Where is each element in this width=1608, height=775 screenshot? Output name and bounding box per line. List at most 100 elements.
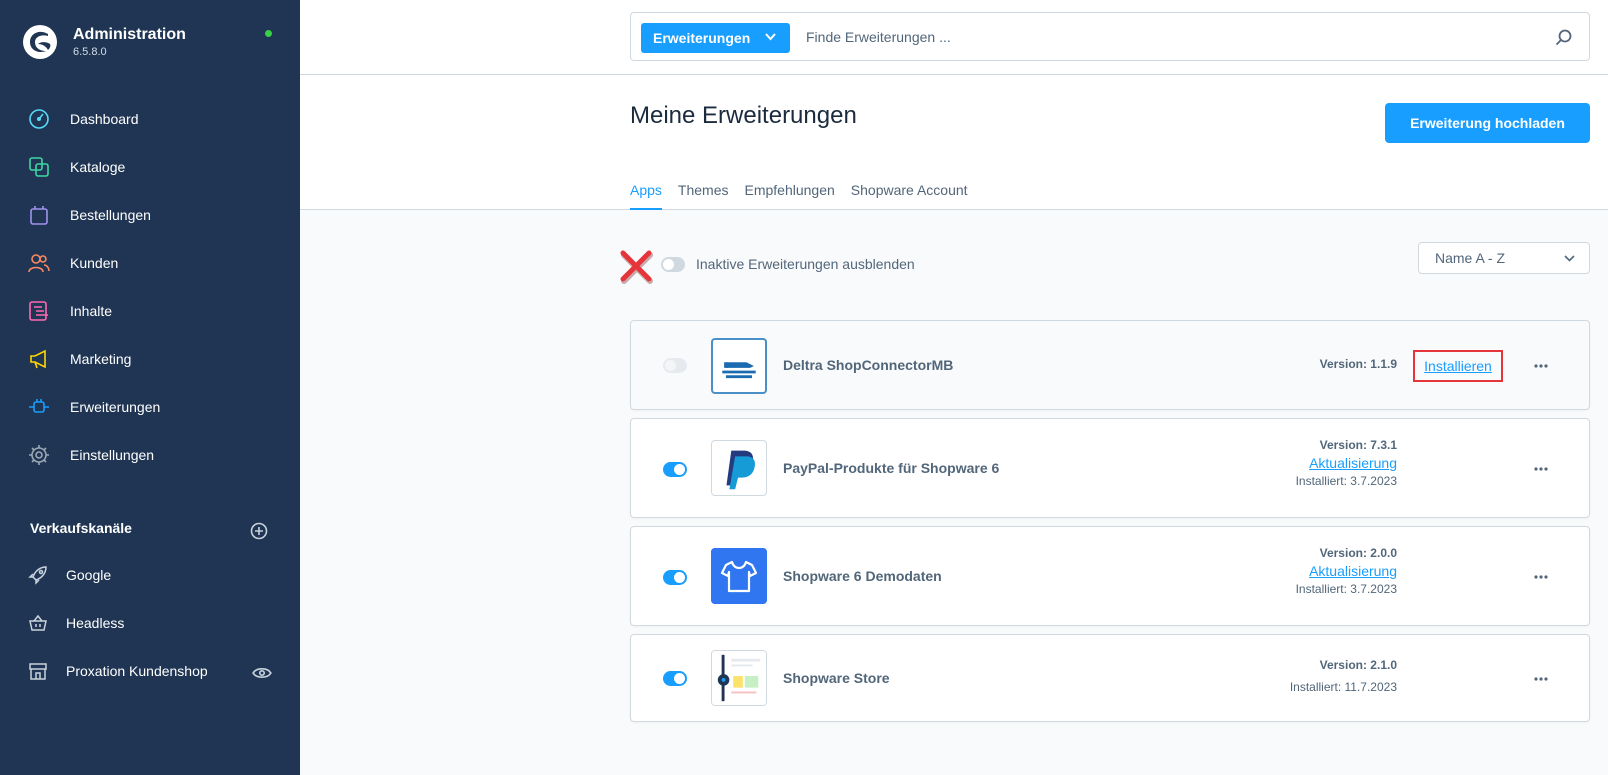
nav-item-orders[interactable]: Bestellungen [0, 191, 300, 239]
chevron-down-icon [765, 33, 776, 41]
nav-label: Einstellungen [70, 447, 155, 463]
nav-item-settings[interactable]: Einstellungen [0, 431, 300, 479]
update-link[interactable]: Aktualisierung [1296, 563, 1397, 579]
tab-apps[interactable]: Apps [630, 182, 662, 210]
add-sales-channel-icon[interactable] [250, 522, 268, 540]
brand: Administration 6.5.8.0 [22, 24, 186, 60]
upload-extension-button[interactable]: Erweiterung hochladen [1385, 103, 1590, 143]
dashboard-icon [29, 109, 49, 129]
tshirt-icon [711, 548, 767, 604]
extension-meta: Version: 7.3.1 Aktualisierung Installier… [1296, 438, 1397, 488]
search-input[interactable]: Finde Erweiterungen ... [806, 29, 951, 45]
extension-version: Version: 1.1.9 [1319, 357, 1397, 371]
eye-icon[interactable] [252, 663, 272, 683]
sales-channel-label: Google [66, 567, 112, 583]
tab-themes[interactable]: Themes [678, 182, 729, 210]
extension-name: Shopware 6 Demodaten [783, 568, 942, 584]
extension-card: Shopware 6 Demodaten Version: 2.0.0 Aktu… [630, 526, 1590, 626]
nav-label: Erweiterungen [70, 399, 161, 415]
sort-select-value: Name A - Z [1435, 250, 1506, 266]
nav-label: Marketing [70, 351, 132, 367]
shopware-logo-icon[interactable] [22, 24, 58, 60]
basket-icon [29, 614, 47, 631]
nav-item-extensions[interactable]: Erweiterungen [0, 383, 300, 431]
extension-name: Deltra ShopConnectorMB [783, 357, 954, 373]
page-header: Meine Erweiterungen Erweiterung hochlade… [300, 75, 1608, 210]
nav-item-marketing[interactable]: Marketing [0, 335, 300, 383]
hide-inactive-toggle[interactable] [661, 257, 685, 272]
rocket-icon [28, 566, 47, 585]
content-icon [29, 301, 48, 321]
tab-shopware-account[interactable]: Shopware Account [851, 182, 968, 210]
catalog-icon [29, 157, 49, 177]
storefront-icon [29, 663, 47, 680]
orders-icon [30, 206, 48, 225]
nav-label: Kataloge [70, 159, 126, 175]
sales-channels-title: Verkaufskanäle [30, 520, 132, 536]
extension-card: PayPal-Produkte für Shopware 6 Version: … [630, 418, 1590, 518]
extension-logo [711, 548, 767, 604]
search-type-dropdown[interactable]: Erweiterungen [641, 23, 790, 53]
red-x-annotation-icon [620, 250, 653, 284]
paypal-icon [726, 450, 756, 490]
installed-date: Installiert: 3.7.2023 [1295, 582, 1397, 596]
more-options-icon[interactable] [1533, 677, 1549, 681]
settings-icon [29, 445, 49, 465]
extension-version: Version: 2.1.0 [1319, 658, 1397, 672]
app-title: Administration [73, 26, 186, 43]
more-options-icon[interactable] [1533, 467, 1549, 471]
extension-meta: Version: 2.1.0 Installiert: 11.7.2023 [1290, 658, 1397, 694]
tab-bar: Apps Themes Empfehlungen Shopware Accoun… [630, 182, 984, 210]
extension-version: Version: 2.0.0 [1319, 546, 1397, 560]
extensions-icon [29, 399, 49, 413]
nav-item-content[interactable]: Inhalte [0, 287, 300, 335]
nav-label: Kunden [70, 255, 119, 271]
stapler-icon [716, 343, 762, 389]
extension-active-toggle[interactable] [663, 570, 687, 585]
more-options-icon[interactable] [1533, 575, 1549, 579]
tab-recommendations[interactable]: Empfehlungen [745, 182, 835, 210]
nav-item-customers[interactable]: Kunden [0, 239, 300, 287]
sales-channel-label: Headless [66, 615, 125, 631]
extension-active-toggle[interactable] [663, 358, 687, 373]
nav-label: Inhalte [70, 303, 113, 319]
extension-name: Shopware Store [783, 670, 890, 686]
sales-channel-label: Proxation Kundenshop [66, 663, 208, 679]
extension-meta: Version: 2.0.0 Aktualisierung Installier… [1296, 546, 1397, 596]
install-label: Installieren [1424, 358, 1492, 374]
nav-label: Dashboard [70, 111, 139, 127]
online-status-icon [265, 30, 272, 37]
hide-inactive-label: Inaktive Erweiterungen ausblenden [696, 256, 915, 272]
sales-channel-google[interactable]: Google [0, 551, 300, 599]
nav-item-catalog[interactable]: Kataloge [0, 143, 300, 191]
main-nav: Dashboard Kataloge Bestellungen Kunden I… [0, 95, 300, 479]
nav-item-dashboard[interactable]: Dashboard [0, 95, 300, 143]
app-version: 6.5.8.0 [73, 46, 107, 58]
search-icon[interactable] [1555, 28, 1573, 46]
update-link[interactable]: Aktualisierung [1296, 455, 1397, 471]
installed-date: Installiert: 11.7.2023 [1289, 680, 1397, 694]
extension-active-toggle[interactable] [663, 462, 687, 477]
installed-date: Installiert: 3.7.2023 [1295, 474, 1397, 488]
store-screenshot-icon [712, 651, 766, 705]
sales-channel-proxation[interactable]: Proxation Kundenshop [0, 647, 300, 695]
extension-logo [711, 338, 767, 394]
search-bar: Erweiterungen Finde Erweiterungen ... [630, 12, 1590, 61]
install-button[interactable]: Installieren [1413, 350, 1503, 382]
extension-active-toggle[interactable] [663, 671, 687, 686]
more-options-icon[interactable] [1533, 364, 1549, 368]
sidebar: Administration 6.5.8.0 Dashboard Katalog… [0, 0, 300, 775]
top-bar: Erweiterungen Finde Erweiterungen ... [300, 0, 1608, 75]
sort-select[interactable]: Name A - Z [1418, 242, 1590, 274]
search-type-label: Erweiterungen [653, 30, 751, 46]
extension-card: Deltra ShopConnectorMB Version: 1.1.9 In… [630, 320, 1590, 410]
customers-icon [28, 254, 50, 273]
extension-name: PayPal-Produkte für Shopware 6 [783, 460, 1000, 476]
extension-logo [711, 440, 767, 496]
extension-meta: Version: 1.1.9 [1320, 357, 1397, 371]
extension-version: Version: 7.3.1 [1319, 438, 1397, 452]
extension-card: Shopware Store Version: 2.1.0 Installier… [630, 634, 1590, 722]
sales-channel-headless[interactable]: Headless [0, 599, 300, 647]
sales-channels-list: Google Headless Proxation Kundenshop [0, 551, 300, 695]
nav-label: Bestellungen [70, 207, 151, 223]
